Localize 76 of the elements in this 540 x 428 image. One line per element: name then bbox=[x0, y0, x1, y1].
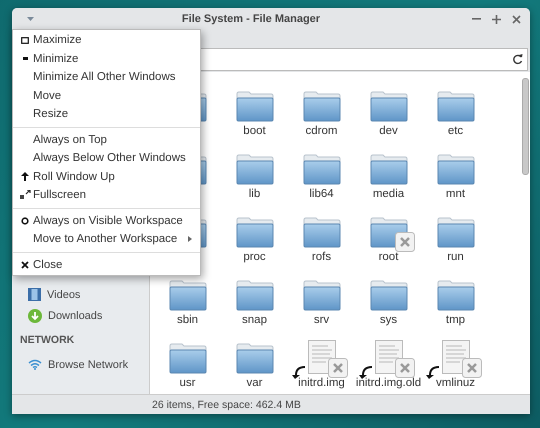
menu-item[interactable]: Always on Visible Workspace bbox=[13, 212, 200, 230]
file-name: srv bbox=[314, 314, 330, 327]
menu-item[interactable]: Roll Window Up bbox=[13, 168, 200, 186]
menu-item[interactable]: Move bbox=[13, 86, 200, 105]
file-name: media bbox=[372, 188, 404, 201]
file-name: lib64 bbox=[309, 188, 334, 201]
file-name: tmp bbox=[446, 314, 466, 327]
plus-icon bbox=[492, 14, 500, 24]
file-name: sbin bbox=[176, 314, 198, 327]
wifi-icon bbox=[28, 359, 42, 370]
folder-icon bbox=[302, 217, 340, 248]
close-icon bbox=[512, 14, 520, 24]
folder-icon bbox=[436, 217, 474, 248]
folder-icon bbox=[236, 280, 274, 311]
folder-icon bbox=[302, 280, 340, 311]
folder-icon bbox=[236, 154, 274, 185]
file-name: mnt bbox=[446, 188, 466, 201]
folder-icon bbox=[168, 343, 206, 374]
sidebar-item[interactable]: Videos bbox=[12, 284, 149, 305]
window-title: File System - File Manager bbox=[180, 13, 322, 25]
menu-item[interactable]: Close bbox=[13, 256, 200, 274]
file-name: var bbox=[246, 377, 262, 390]
file-name: proc bbox=[243, 251, 266, 264]
file-name: snap bbox=[242, 314, 267, 327]
file-name: vmlinuz bbox=[436, 377, 475, 390]
status-bar: 26 items, Free space: 462.4 MB bbox=[12, 394, 530, 414]
cross-badge-icon bbox=[328, 358, 348, 378]
folder-icon bbox=[236, 343, 274, 374]
folder-icon bbox=[370, 91, 408, 122]
folder-icon bbox=[370, 154, 408, 185]
fullscreen-icon bbox=[20, 190, 30, 200]
menu-item[interactable]: Fullscreen bbox=[13, 186, 200, 204]
folder-icon bbox=[302, 154, 340, 185]
file-name: root bbox=[378, 251, 398, 264]
scrollbar-thumb[interactable] bbox=[522, 78, 528, 175]
submenu-arrow-icon bbox=[188, 236, 192, 242]
up-arrow-icon bbox=[21, 172, 29, 182]
film-icon bbox=[28, 288, 41, 301]
menu-item[interactable]: Always on Top bbox=[13, 130, 200, 149]
file-name: initrd.img.old bbox=[356, 377, 422, 390]
close-icon bbox=[21, 260, 29, 269]
file-name: dev bbox=[379, 125, 398, 138]
file-name: usr bbox=[180, 377, 196, 390]
folder-icon bbox=[302, 91, 340, 122]
file-name: initrd.img bbox=[298, 377, 345, 390]
caret-icon bbox=[26, 17, 34, 21]
sidebar-item[interactable]: Downloads bbox=[12, 305, 149, 326]
folder-icon bbox=[236, 91, 274, 122]
folder-icon bbox=[370, 280, 408, 311]
menu-item[interactable]: Resize bbox=[13, 105, 200, 124]
maximize-icon bbox=[21, 36, 29, 44]
menu-item[interactable]: Move to Another Workspace bbox=[13, 230, 200, 248]
minimize-icon bbox=[22, 57, 28, 60]
file-name: lib bbox=[248, 188, 260, 201]
file-name: cdrom bbox=[306, 125, 338, 138]
file-name: boot bbox=[243, 125, 266, 138]
menu-item[interactable]: Always Below Other Windows bbox=[13, 149, 200, 168]
menu-item[interactable]: Maximize bbox=[13, 31, 200, 50]
folder-icon bbox=[436, 280, 474, 311]
cross-badge-icon bbox=[462, 358, 482, 378]
folder-icon bbox=[436, 91, 474, 122]
folder-icon bbox=[236, 217, 274, 248]
minimize-icon bbox=[472, 18, 480, 20]
file-name: run bbox=[447, 251, 464, 264]
cross-badge-icon bbox=[394, 358, 414, 378]
folder-icon bbox=[168, 280, 206, 311]
file-name: etc bbox=[448, 125, 464, 138]
refresh-icon[interactable] bbox=[512, 54, 523, 64]
folder-icon bbox=[436, 154, 474, 185]
file-name: sys bbox=[380, 314, 398, 327]
sidebar-item[interactable]: Browse Network bbox=[12, 354, 149, 375]
download-icon bbox=[28, 308, 42, 322]
menu-item[interactable]: Minimize All Other Windows bbox=[13, 68, 200, 86]
sidebar-header: NETWORK bbox=[19, 333, 76, 348]
file-name: rofs bbox=[312, 251, 332, 264]
cross-badge-icon bbox=[394, 232, 414, 252]
